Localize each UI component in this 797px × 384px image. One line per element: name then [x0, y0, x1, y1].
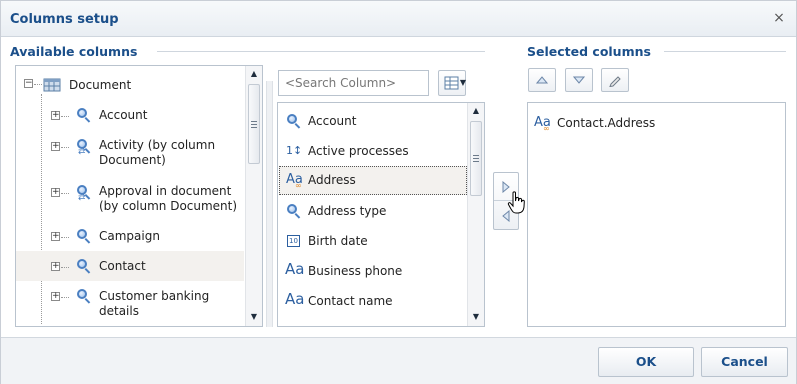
- text-icon: Aa: [285, 260, 305, 278]
- list-item-label: Address type: [308, 204, 387, 218]
- tree-item-campaign[interactable]: Campaign: [99, 229, 160, 243]
- list-item-business-phone[interactable]: Aa Business phone: [279, 257, 467, 286]
- available-columns-tree: − Document + Account + ⇄ Activity (by co…: [15, 65, 263, 327]
- selected-columns-divider: [664, 51, 786, 52]
- scroll-up-icon[interactable]: ▲: [470, 105, 482, 117]
- cancel-button[interactable]: Cancel: [701, 347, 788, 377]
- available-columns-label: Available columns: [10, 44, 138, 59]
- columns-setup-dialog: Columns setup × Available columns Select…: [0, 0, 797, 384]
- lookup-icon: [76, 288, 92, 304]
- list-scrollbar[interactable]: ▲ ▼: [467, 103, 484, 326]
- tree-item-customer-banking-line1[interactable]: Customer banking: [99, 289, 209, 303]
- pencil-icon: [609, 76, 621, 88]
- tree-item-contact[interactable]: Contact: [99, 259, 146, 273]
- tree-connector: [34, 84, 42, 85]
- lookup-icon: [76, 107, 92, 123]
- dialog-title: Columns setup: [10, 12, 119, 27]
- selected-item-contact-address[interactable]: Aa ∞ Contact.Address: [529, 110, 784, 139]
- tree-item-approval-line2[interactable]: (by column Document): [99, 199, 237, 213]
- selected-columns-label: Selected columns: [527, 44, 651, 59]
- panel-splitter[interactable]: [266, 81, 273, 327]
- table-icon: [43, 78, 61, 92]
- list-item-birth-date[interactable]: 10 Birth date: [279, 227, 467, 256]
- dialog-titlebar: Columns setup ×: [1, 1, 796, 37]
- dialog-footer: OK Cancel: [1, 337, 796, 384]
- tree-vertical-line: [41, 94, 42, 324]
- number-icon: 1↕: [286, 144, 303, 157]
- tree-connector: [61, 147, 69, 148]
- scroll-down-icon[interactable]: ▼: [470, 311, 482, 323]
- tree-item-activity-line1[interactable]: Activity (by column: [99, 138, 215, 152]
- text-link-icon: Aa ∞: [534, 115, 551, 133]
- list-item-contact-name[interactable]: Aa Contact name: [279, 287, 467, 316]
- expand-contact-toggle[interactable]: +: [51, 262, 60, 271]
- available-columns-list: Account 1↕ Active processes Aa ∞ Address …: [277, 102, 485, 327]
- text-icon: Aa: [285, 290, 305, 308]
- list-item-label: Address: [308, 173, 356, 187]
- list-item-label: Business phone: [308, 264, 403, 278]
- expand-account-toggle[interactable]: +: [51, 111, 60, 120]
- list-item-address-type[interactable]: Address type: [279, 197, 467, 226]
- lookup-icon: [76, 258, 92, 274]
- arrow-up-icon: [535, 76, 549, 84]
- expand-campaign-toggle[interactable]: +: [51, 232, 60, 241]
- tree-connector: [61, 237, 69, 238]
- scroll-up-icon[interactable]: ▲: [248, 68, 260, 80]
- date-icon: 10: [286, 233, 306, 249]
- lookup-icon: [286, 203, 306, 219]
- list-item-label: Account: [308, 114, 357, 128]
- tree-connector: [61, 297, 69, 298]
- list-item-address-selected[interactable]: Aa ∞ Address: [279, 166, 467, 195]
- list-item-label: Active processes: [308, 144, 409, 158]
- text-link-icon: Aa ∞: [286, 172, 303, 190]
- grid-view-icon: [444, 76, 459, 90]
- search-column-input[interactable]: <Search Column>: [278, 70, 429, 96]
- hand-cursor-icon: [507, 191, 525, 214]
- tree-item-activity-line2[interactable]: Document): [99, 153, 166, 167]
- list-item-label: Birth date: [308, 234, 368, 248]
- move-down-button[interactable]: [565, 68, 593, 92]
- close-icon[interactable]: ×: [772, 11, 786, 25]
- lookup-icon: [286, 113, 306, 129]
- reverse-lookup-icon: ⇄: [76, 138, 92, 157]
- selected-item-label: Contact.Address: [557, 116, 656, 130]
- edit-button[interactable]: [601, 68, 629, 92]
- lookup-icon: [76, 228, 92, 244]
- available-columns-divider: [157, 51, 485, 52]
- expand-approval-toggle[interactable]: +: [51, 188, 60, 197]
- tree-connector: [61, 267, 69, 268]
- expand-activity-toggle[interactable]: +: [51, 142, 60, 151]
- tree-item-approval-line1[interactable]: Approval in document: [99, 184, 231, 198]
- reverse-lookup-icon: ⇄: [76, 184, 92, 203]
- column-view-button[interactable]: ▼: [438, 70, 466, 96]
- list-item-active-processes[interactable]: 1↕ Active processes: [279, 137, 467, 166]
- tree-scroll-thumb[interactable]: [248, 84, 260, 164]
- tree-connector: [61, 193, 69, 194]
- list-item-account[interactable]: Account: [279, 107, 467, 136]
- list-scroll-thumb[interactable]: [470, 121, 482, 196]
- tree-root-label[interactable]: Document: [69, 78, 131, 92]
- ok-button[interactable]: OK: [598, 347, 694, 377]
- chevron-down-icon[interactable]: ▼: [460, 78, 466, 87]
- selected-columns-list: Aa ∞ Contact.Address: [527, 102, 786, 327]
- collapse-root-toggle[interactable]: −: [24, 79, 33, 88]
- tree-connector: [61, 116, 69, 117]
- tree-item-account[interactable]: Account: [99, 108, 147, 122]
- scroll-down-icon[interactable]: ▼: [248, 311, 260, 323]
- tree-scrollbar[interactable]: ▲ ▼: [245, 66, 262, 326]
- expand-customer-banking-toggle[interactable]: +: [51, 292, 60, 301]
- list-item-label: Contact name: [308, 294, 393, 308]
- move-up-button[interactable]: [528, 68, 556, 92]
- tree-item-customer-banking-line2[interactable]: details: [99, 304, 139, 318]
- arrow-down-icon: [572, 76, 586, 84]
